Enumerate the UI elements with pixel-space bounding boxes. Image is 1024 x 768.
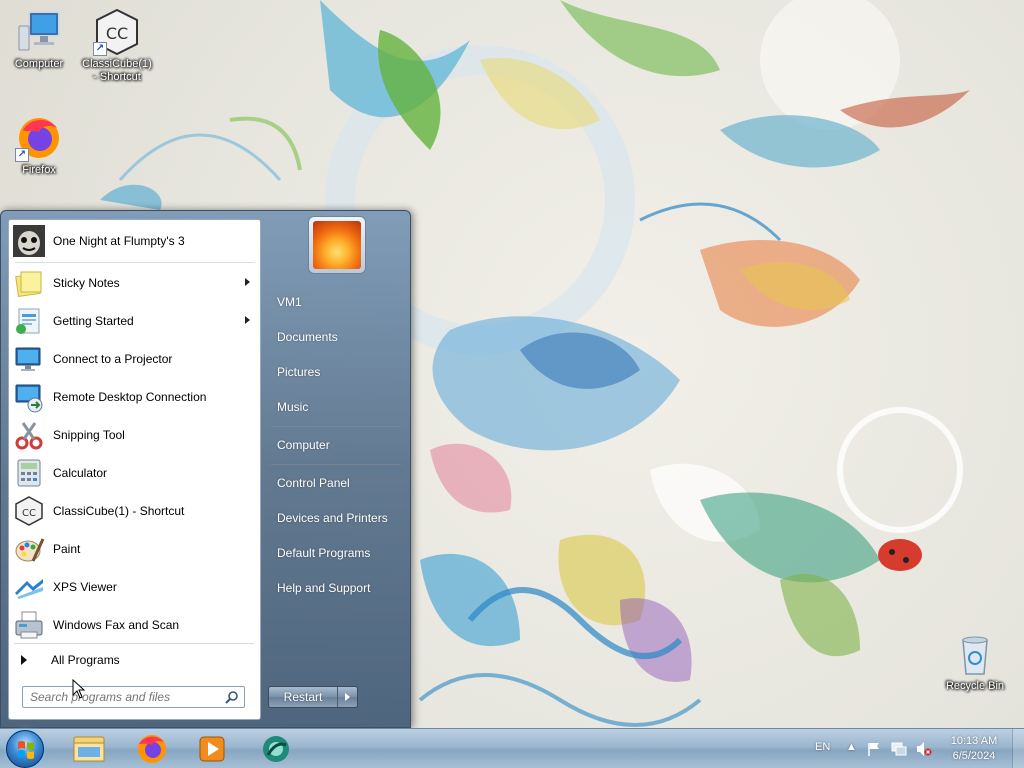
getting-started-icon — [13, 305, 45, 337]
show-desktop-button[interactable] — [1012, 729, 1024, 768]
flumpty-icon — [13, 225, 45, 257]
xps-viewer-icon — [13, 571, 45, 603]
show-hidden-icons-icon[interactable]: ▲ — [846, 741, 857, 753]
desktop-icon-label: Computer — [14, 58, 64, 70]
program-label: Snipping Tool — [53, 428, 125, 442]
firefox-icon: ↗ — [15, 114, 63, 162]
right-item-documents[interactable]: Documents — [277, 330, 338, 344]
start-menu-programs-pane: One Night at Flumpty's 3 Sticky Notes Ge… — [8, 219, 261, 654]
program-label: Connect to a Projector — [53, 352, 173, 366]
separator — [271, 426, 401, 427]
pinned-item-label: One Night at Flumpty's 3 — [53, 234, 185, 248]
network-icon[interactable] — [891, 741, 907, 757]
separator — [14, 643, 254, 644]
mouse-cursor-icon — [72, 679, 86, 699]
program-remote-desktop[interactable]: Remote Desktop Connection — [13, 379, 258, 415]
svg-text:CC: CC — [22, 508, 36, 519]
program-label: Getting Started — [53, 314, 134, 328]
sticky-notes-icon — [13, 267, 45, 299]
program-snipping-tool[interactable]: Snipping Tool — [13, 417, 258, 453]
program-label: Paint — [53, 542, 81, 556]
taskbar: EN ▲ 10:13 AM 6/5/2024 — [0, 728, 1024, 768]
classicube-icon: CC — [13, 495, 45, 527]
recycle-bin-icon — [951, 630, 999, 678]
program-label: Windows Fax and Scan — [53, 618, 180, 632]
desktop-icon-label: Firefox — [22, 164, 56, 176]
app-icon — [263, 736, 289, 762]
remote-desktop-icon — [13, 381, 45, 413]
right-item-devices-printers[interactable]: Devices and Printers — [277, 511, 388, 525]
computer-icon — [15, 8, 63, 56]
search-box[interactable] — [22, 686, 245, 708]
restart-button[interactable]: Restart — [269, 687, 337, 707]
program-label: Remote Desktop Connection — [53, 390, 207, 404]
separator — [15, 262, 255, 263]
program-calculator[interactable]: Calculator — [13, 455, 258, 491]
program-label: XPS Viewer — [53, 580, 117, 594]
svg-text:CC: CC — [106, 24, 128, 43]
media-player-icon — [199, 736, 225, 762]
program-label: ClassiCube(1) - Shortcut — [53, 504, 185, 518]
restart-control: Restart — [268, 686, 358, 708]
fax-scan-icon — [13, 609, 45, 641]
windows-logo-icon — [18, 741, 34, 759]
submenu-arrow-icon[interactable] — [245, 316, 250, 324]
search-input[interactable] — [23, 687, 213, 707]
shortcut-arrow-icon: ↗ — [15, 148, 29, 162]
taskbar-app[interactable] — [250, 731, 302, 767]
desktop-icon-label: Recycle Bin — [945, 680, 1005, 692]
program-paint[interactable]: Paint — [13, 531, 258, 567]
clock[interactable]: 10:13 AM 6/5/2024 — [946, 734, 1002, 764]
desktop-icon-classicube[interactable]: CC ↗ ClassiCube(1) - Shortcut — [79, 8, 155, 84]
user-picture[interactable] — [308, 216, 366, 274]
program-fax-scan[interactable]: Windows Fax and Scan — [13, 607, 258, 643]
right-item-computer[interactable]: Computer — [277, 438, 330, 452]
right-item-default-programs[interactable]: Default Programs — [277, 546, 370, 560]
program-sticky-notes[interactable]: Sticky Notes — [13, 265, 258, 301]
classicube-icon: CC ↗ — [93, 8, 141, 56]
taskbar-firefox[interactable] — [126, 731, 178, 767]
desktop-icon-recycle-bin[interactable]: Recycle Bin — [937, 630, 1013, 693]
clock-date: 6/5/2024 — [952, 750, 996, 762]
windows-explorer-icon — [73, 736, 105, 762]
all-programs-label: All Programs — [51, 653, 120, 667]
shutdown-options-arrow-icon[interactable] — [337, 687, 357, 707]
all-programs-button[interactable]: All Programs — [8, 648, 261, 672]
desktop-icon-computer[interactable]: Computer — [1, 8, 77, 71]
clock-time: 10:13 AM — [950, 735, 998, 747]
expand-arrow-icon — [21, 655, 27, 665]
calculator-icon — [13, 457, 45, 489]
pinned-item-flumpty[interactable]: One Night at Flumpty's 3 — [13, 223, 258, 259]
volume-muted-icon[interactable] — [916, 741, 932, 757]
program-getting-started[interactable]: Getting Started — [13, 303, 258, 339]
right-item-user[interactable]: VM1 — [277, 295, 302, 309]
firefox-icon — [138, 735, 166, 763]
language-indicator[interactable]: EN — [815, 741, 830, 753]
program-xps-viewer[interactable]: XPS Viewer — [13, 569, 258, 605]
taskbar-media-player[interactable] — [186, 731, 238, 767]
projector-icon — [13, 343, 45, 375]
user-avatar — [313, 221, 361, 269]
paint-icon — [13, 533, 45, 565]
taskbar-windows-explorer[interactable] — [64, 731, 116, 767]
action-center-flag-icon[interactable] — [866, 741, 882, 757]
right-item-music[interactable]: Music — [277, 400, 308, 414]
start-menu: One Night at Flumpty's 3 Sticky Notes Ge… — [0, 210, 411, 728]
shortcut-arrow-icon: ↗ — [93, 42, 107, 56]
submenu-arrow-icon[interactable] — [245, 278, 250, 286]
program-connect-projector[interactable]: Connect to a Projector — [13, 341, 258, 377]
right-item-pictures[interactable]: Pictures — [277, 365, 320, 379]
program-label: Sticky Notes — [53, 276, 120, 290]
right-item-help-support[interactable]: Help and Support — [277, 581, 370, 595]
program-classicube[interactable]: CC ClassiCube(1) - Shortcut — [13, 493, 258, 529]
desktop-icon-firefox[interactable]: ↗ Firefox — [1, 114, 77, 177]
start-button[interactable] — [6, 730, 44, 768]
program-label: Calculator — [53, 466, 108, 480]
right-item-control-panel[interactable]: Control Panel — [277, 476, 350, 490]
search-area — [8, 672, 261, 720]
desktop-icon-label: ClassiCube(1) - Shortcut — [82, 58, 152, 83]
separator — [271, 464, 401, 465]
search-icon[interactable] — [225, 690, 239, 704]
snipping-tool-icon — [13, 419, 45, 451]
